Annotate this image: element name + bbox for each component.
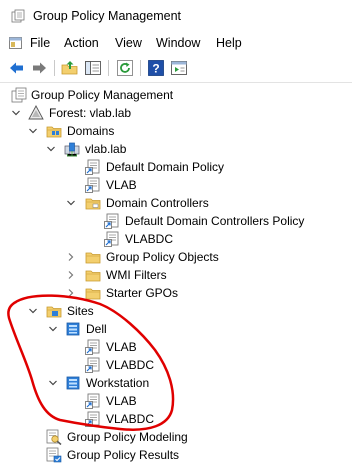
gpmc-app-icon [11,9,25,23]
svg-text:?: ? [152,62,159,76]
tree-label-results: Group Policy Results [67,448,180,462]
up-folder-icon[interactable] [61,59,79,77]
gpo-link-icon [104,231,120,247]
tree-label-ws-vlab: VLAB [106,394,137,408]
chevron-down-icon[interactable] [48,324,58,334]
tree-label-dell-vlab: VLAB [106,340,137,354]
chevron-down-icon[interactable] [11,108,21,118]
tree-label-forest: Forest: vlab.lab [49,106,132,120]
tree-node-root[interactable]: Group Policy Management [0,86,352,104]
forest-icon [28,105,44,120]
tree-node-dell-vlabdc[interactable]: VLABDC [0,356,352,374]
tree-node-wmi-filters[interactable]: WMI Filters [0,266,352,284]
tree-node-default-dc-policy[interactable]: Default Domain Controllers Policy [0,212,352,230]
menu-help[interactable]: Help [216,36,242,50]
gpo-link-icon [85,411,101,427]
chevron-right-icon[interactable] [66,252,76,262]
tree-node-ws-vlab[interactable]: VLAB [0,392,352,410]
forward-icon[interactable] [30,59,48,77]
ou-folder-icon [85,195,101,211]
tree-node-modeling[interactable]: Group Policy Modeling [0,428,352,446]
back-icon[interactable] [8,59,26,77]
toolbar-separator [140,60,141,76]
site-icon [65,321,81,337]
tree-node-group-policy-objects[interactable]: Group Policy Objects [0,248,352,266]
tree-node-dell-vlab[interactable]: VLAB [0,338,352,356]
tree-label-root: Group Policy Management [31,88,174,102]
tree-node-site-workstation[interactable]: Workstation [0,374,352,392]
show-hide-tree-icon[interactable] [84,59,102,77]
tree-label-domains: Domains [67,124,115,138]
menu-bar: File Action View Window Help [0,31,352,55]
refresh-icon[interactable] [116,59,134,77]
gpo-link-icon [85,393,101,409]
gpo-link-icon [85,339,101,355]
gpo-link-icon [85,159,101,175]
properties-icon[interactable] [170,59,188,77]
tree-label-wmi-filters: WMI Filters [106,268,167,282]
gpo-folder-icon [85,249,101,265]
help-icon[interactable]: ? [147,59,165,77]
tree-label-sites: Sites [67,304,94,318]
chevron-down-icon[interactable] [28,306,38,316]
tree-node-domains[interactable]: Domains [0,122,352,140]
tree-label-default-domain-policy: Default Domain Policy [106,160,225,174]
chevron-right-icon[interactable] [66,270,76,280]
tree-label-default-dc-policy: Default Domain Controllers Policy [125,214,305,228]
menu-window[interactable]: Window [156,36,200,50]
tree-label-dell-vlabdc: VLABDC [106,358,155,372]
tree-node-forest[interactable]: Forest: vlab.lab [0,104,352,122]
tree-label-site-dell: Dell [86,322,107,336]
chevron-down-icon[interactable] [46,144,56,154]
tree-label-site-workstation: Workstation [86,376,150,390]
toolbar-separator [54,60,55,76]
domains-folder-icon [46,123,62,139]
gpo-link-icon [104,213,120,229]
sites-folder-icon [46,303,62,319]
chevron-right-icon[interactable] [66,288,76,298]
domain-icon [64,142,80,157]
results-icon [46,447,62,463]
tree-node-site-dell[interactable]: Dell [0,320,352,338]
tree-node-sites[interactable]: Sites [0,302,352,320]
gpo-link-icon [85,357,101,373]
gpo-link-icon [85,177,101,193]
tree-label-starter-gpos: Starter GPOs [106,286,179,300]
menu-view[interactable]: View [115,36,142,50]
console-tree: Group Policy Management Forest: vlab.lab… [0,83,352,473]
toolbar: ? [0,55,352,83]
site-icon [65,375,81,391]
tree-label-group-policy-objects: Group Policy Objects [106,250,219,264]
tree-label-domain-controllers: Domain Controllers [106,196,209,210]
tree-node-ws-vlabdc[interactable]: VLABDC [0,410,352,428]
tree-node-results[interactable]: Group Policy Results [0,446,352,464]
tree-label-modeling: Group Policy Modeling [67,430,188,444]
title-bar: Group Policy Management [0,0,352,31]
starter-gpo-folder-icon [85,285,101,301]
tree-node-vlabdc[interactable]: VLABDC [0,230,352,248]
tree-node-default-domain-policy[interactable]: Default Domain Policy [0,158,352,176]
window-title: Group Policy Management [33,9,181,23]
tree-label-ws-vlabdc: VLABDC [106,412,155,426]
tree-node-starter-gpos[interactable]: Starter GPOs [0,284,352,302]
tree-label-vlab: VLAB [106,178,137,192]
tree-label-domain: vlab.lab [85,142,127,156]
modeling-icon [46,429,62,445]
menu-file[interactable]: File [30,36,50,50]
wmi-folder-icon [85,267,101,283]
gpmc-root-icon [11,87,27,103]
tree-node-domain[interactable]: vlab.lab [0,140,352,158]
toolbar-separator [108,60,109,76]
system-menu-icon[interactable] [9,37,22,49]
tree-node-domain-controllers[interactable]: Domain Controllers [0,194,352,212]
tree-node-vlab[interactable]: VLAB [0,176,352,194]
chevron-down-icon[interactable] [28,126,38,136]
chevron-down-icon[interactable] [66,198,76,208]
chevron-down-icon[interactable] [48,378,58,388]
tree-label-vlabdc: VLABDC [125,232,174,246]
menu-action[interactable]: Action [64,36,99,50]
